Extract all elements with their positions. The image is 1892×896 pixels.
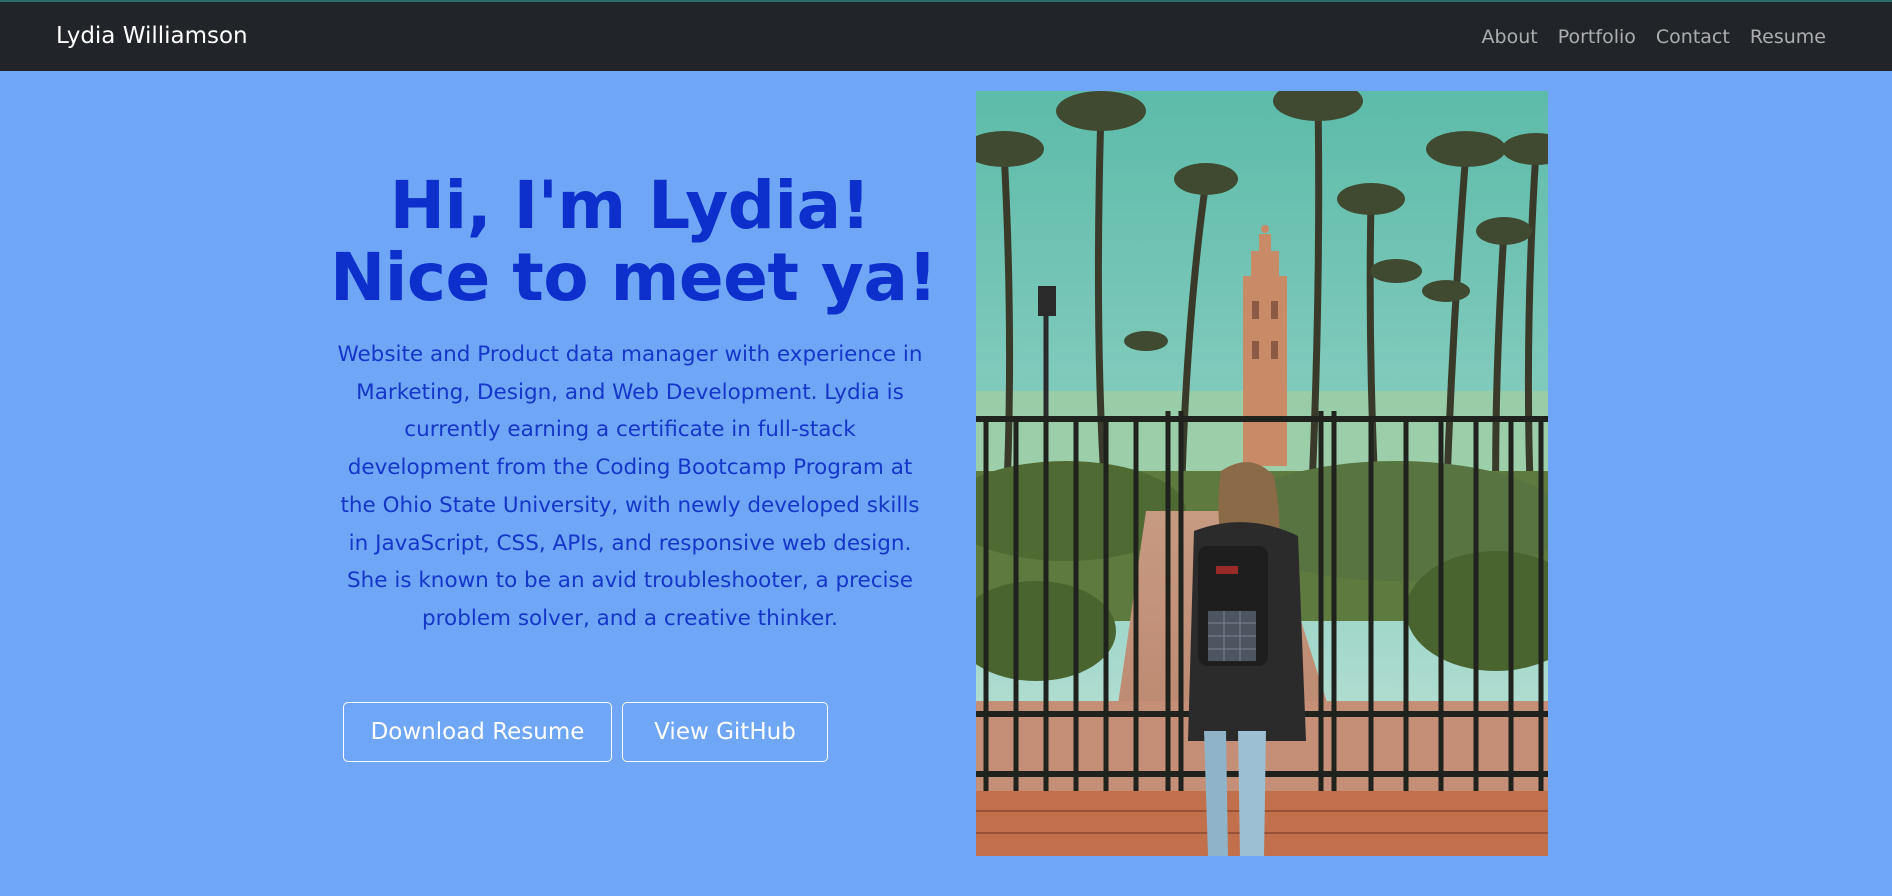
view-github-button[interactable]: View GitHub <box>622 702 828 762</box>
headline-line-1: Hi, I'm Lydia! <box>389 167 871 244</box>
top-navbar: Lydia Williamson About Portfolio Contact… <box>0 0 1892 71</box>
hero-intro: Hi, I'm Lydia! Nice to meet ya! Website … <box>330 167 938 638</box>
download-resume-button[interactable]: Download Resume <box>343 702 612 762</box>
profile-photo <box>976 91 1548 856</box>
hero-buttons: Download Resume View GitHub <box>343 702 828 762</box>
nav-link-portfolio[interactable]: Portfolio <box>1558 24 1636 50</box>
nav-links: About Portfolio Contact Resume <box>1482 24 1826 50</box>
bio-paragraph: Website and Product data manager with ex… <box>337 342 923 631</box>
profile-photo-illustration <box>976 91 1548 856</box>
hero-headline: Hi, I'm Lydia! Nice to meet ya! <box>330 167 938 316</box>
brand-link[interactable]: Lydia Williamson <box>56 21 248 51</box>
nav-link-resume[interactable]: Resume <box>1750 24 1826 50</box>
nav-link-about[interactable]: About <box>1482 24 1538 50</box>
headline-line-2: Nice to meet ya! <box>330 239 938 316</box>
nav-link-contact[interactable]: Contact <box>1656 24 1730 50</box>
